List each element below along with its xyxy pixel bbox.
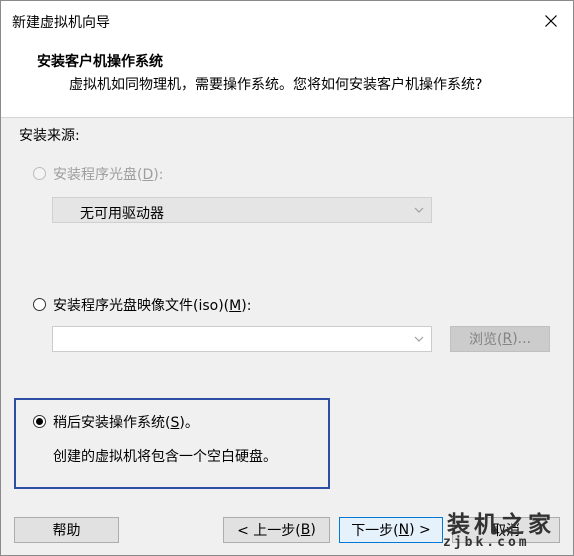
iso-path-combobox[interactable] (52, 326, 432, 352)
option-installer-disc-label: 安装程序光盘(D): (53, 167, 164, 183)
browse-button[interactable]: 浏览(R)... (450, 326, 550, 352)
window-title: 新建虚拟机向导 (12, 15, 110, 31)
install-source-label: 安装来源: (19, 128, 80, 144)
radio-iso-file[interactable] (33, 298, 46, 311)
next-button[interactable]: 下一步(N) > (339, 517, 443, 543)
install-later-description: 创建的虚拟机将包含一个空白硬盘。 (53, 449, 277, 465)
chevron-down-icon (414, 336, 424, 342)
chevron-down-icon (414, 207, 424, 213)
close-button[interactable] (529, 1, 573, 41)
header-title: 安装客户机操作系统 (37, 54, 163, 70)
radio-installer-disc[interactable] (33, 167, 46, 180)
radio-install-later[interactable] (33, 415, 46, 428)
wizard-header: 安装客户机操作系统 虚拟机如同物理机，需要操作系统。您将如何安装客户机操作系统? (1, 41, 573, 118)
watermark-domain: zjbk.com (443, 535, 530, 550)
header-subtitle: 虚拟机如同物理机，需要操作系统。您将如何安装客户机操作系统? (69, 77, 483, 93)
help-button[interactable]: 帮助 (14, 517, 119, 543)
title-bar: 新建虚拟机向导 (1, 1, 573, 41)
back-button[interactable]: < 上一步(B) (223, 517, 330, 543)
close-icon (545, 15, 557, 27)
drive-select[interactable]: 无可用驱动器 (52, 197, 432, 223)
drive-select-value: 无可用驱动器 (80, 206, 164, 222)
option-iso-file-label: 安装程序光盘映像文件(iso)(M): (53, 298, 252, 314)
watermark: 装机之家 zjbk.com (439, 505, 569, 553)
wizard-window: 新建虚拟机向导 安装客户机操作系统 虚拟机如同物理机，需要操作系统。您将如何安装… (0, 0, 574, 556)
watermark-title: 装机之家 (447, 511, 555, 538)
option-install-later-label: 稍后安装操作系统(S)。 (53, 415, 199, 431)
